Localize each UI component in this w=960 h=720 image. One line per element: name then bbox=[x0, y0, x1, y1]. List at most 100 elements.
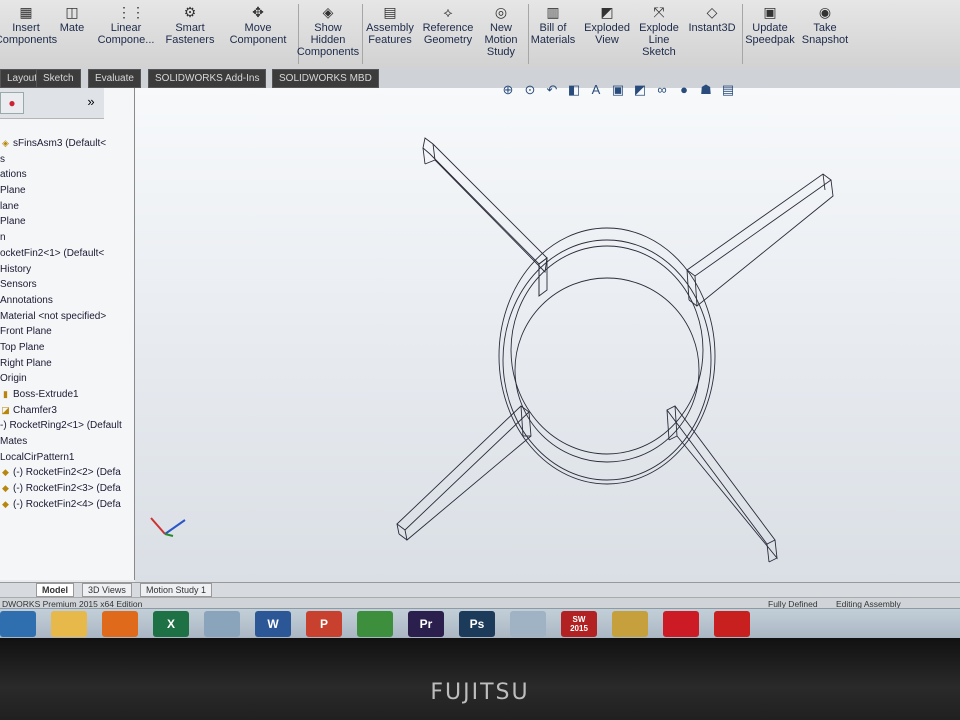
firefox-icon[interactable] bbox=[102, 611, 138, 637]
motion-study-tab[interactable]: Motion Study 1 bbox=[140, 583, 213, 597]
tree-item[interactable]: ◆ (-) RocketFin2<3> (Defa bbox=[0, 481, 134, 497]
solidworks-icon[interactable]: SW 2015 bbox=[561, 611, 597, 637]
tree-item[interactable]: ◆ (-) RocketFin2<4> (Defa bbox=[0, 497, 134, 513]
move-component-button[interactable]: ✥ Move Component bbox=[220, 0, 296, 68]
tree-item[interactable]: Sensors bbox=[0, 277, 134, 293]
tree-item[interactable]: n bbox=[0, 230, 134, 246]
tree-item[interactable]: Mates bbox=[0, 434, 134, 450]
linear-pattern-button[interactable]: ⋮⋮ Linear Compone... bbox=[92, 0, 160, 68]
previous-view-icon[interactable]: ↶ bbox=[544, 82, 560, 98]
bom-button[interactable]: ▥ Bill of Materials bbox=[526, 0, 580, 68]
tree-item[interactable]: Origin bbox=[0, 371, 134, 387]
explode-line-button[interactable]: ⤧ Explode Line Sketch bbox=[634, 0, 684, 68]
tree-item[interactable]: ◪ Chamfer3 bbox=[0, 403, 134, 419]
tree-item-label: ations bbox=[0, 169, 27, 181]
ribbon-button-label: Show Hidden Components bbox=[296, 22, 360, 58]
snapshot-button[interactable]: ◉ Take Snapshot bbox=[800, 0, 850, 68]
tree-item[interactable]: s bbox=[0, 152, 134, 168]
show-hidden-icon: ◈ bbox=[322, 4, 334, 20]
tree-item-label: Plane bbox=[0, 185, 26, 197]
speedpak-button[interactable]: ▣ Update Speedpak bbox=[740, 0, 800, 68]
chamfer-icon: ◪ bbox=[1, 404, 10, 415]
feature-manager-icon: ● bbox=[8, 96, 16, 110]
tab-solidworks-mbd[interactable]: SOLIDWORKS MBD bbox=[272, 69, 379, 88]
insert-components-button[interactable]: ▦ Insert Components bbox=[0, 0, 57, 68]
folder-icon[interactable] bbox=[51, 611, 87, 637]
model-tab[interactable]: Model bbox=[36, 583, 74, 597]
tree-item-label: (-) RocketFin2<4> (Defa bbox=[13, 498, 121, 510]
ribbon-button-label: Assembly Features bbox=[366, 22, 414, 46]
apply-scene-icon[interactable]: ☗ bbox=[698, 82, 714, 98]
display-style-icon[interactable]: ◩ bbox=[632, 82, 648, 98]
tree-item[interactable]: Front Plane bbox=[0, 324, 134, 340]
motion-study-button[interactable]: ◎ New Motion Study bbox=[476, 0, 526, 68]
opera-icon[interactable] bbox=[663, 611, 699, 637]
acrobat-icon[interactable] bbox=[714, 611, 750, 637]
taskbar-app-label: W bbox=[267, 616, 279, 631]
part-icon: ◆ bbox=[2, 498, 9, 509]
3d-views-tab[interactable]: 3D Views bbox=[82, 583, 132, 597]
chrome-icon[interactable] bbox=[357, 611, 393, 637]
tree-item[interactable]: ations bbox=[0, 167, 134, 183]
tree-item[interactable]: Top Plane bbox=[0, 340, 134, 356]
word-icon[interactable]: W bbox=[255, 611, 291, 637]
feature-manager-tab[interactable]: ● bbox=[0, 92, 24, 114]
mate-button[interactable]: ◫ Mate bbox=[52, 0, 92, 68]
speedpak-icon: ▣ bbox=[763, 4, 777, 20]
puzzle-icon[interactable] bbox=[612, 611, 648, 637]
tree-item-label: -) RocketRing2<1> (Default bbox=[0, 420, 122, 432]
tree-item[interactable]: Material <not specified> bbox=[0, 309, 134, 325]
tab-solidworks-add-ins[interactable]: SOLIDWORKS Add-Ins bbox=[148, 69, 267, 88]
windows-start-icon[interactable] bbox=[0, 611, 36, 637]
view-settings-icon[interactable]: ▤ bbox=[720, 82, 736, 98]
ring-inner-2 bbox=[514, 277, 700, 463]
smart-fasteners-icon: ⚙ bbox=[183, 4, 197, 20]
tree-item[interactable]: Annotations bbox=[0, 293, 134, 309]
ring-outer-2 bbox=[502, 239, 712, 481]
tree-item[interactable]: ▮ Boss-Extrude1 bbox=[0, 387, 134, 403]
section-view-icon[interactable]: ◧ bbox=[566, 82, 582, 98]
instant3d-button[interactable]: ◇ Instant3D bbox=[684, 0, 740, 68]
ribbon-button-label: Explode Line Sketch bbox=[639, 22, 679, 58]
feather-icon[interactable] bbox=[510, 611, 546, 637]
tab-sketch[interactable]: Sketch bbox=[36, 69, 81, 88]
expand-panel-chevron-icon[interactable]: » bbox=[80, 92, 102, 112]
panel-tab-bar: ● » bbox=[0, 88, 104, 119]
edit-appearance-icon[interactable]: ● bbox=[676, 82, 692, 98]
tree-item[interactable]: Right Plane bbox=[0, 356, 134, 372]
premiere-icon[interactable]: Pr bbox=[408, 611, 444, 637]
tree-item[interactable]: lane bbox=[0, 199, 134, 215]
zoom-to-area-icon[interactable]: ⊙ bbox=[522, 82, 538, 98]
tree-item[interactable]: History bbox=[0, 262, 134, 278]
tree-item[interactable]: ◈ sFinsAsm3 (Default< bbox=[0, 136, 134, 152]
tree-item-label: History bbox=[0, 263, 32, 275]
view-orientation-icon[interactable]: ▣ bbox=[610, 82, 626, 98]
tree-item[interactable]: Plane bbox=[0, 214, 134, 230]
document-icon[interactable] bbox=[204, 611, 240, 637]
tree-item[interactable]: Plane bbox=[0, 183, 134, 199]
zoom-to-fit-icon[interactable]: ⊕ bbox=[500, 82, 516, 98]
tree-item-label: Annotations bbox=[0, 294, 53, 306]
show-hidden-button[interactable]: ◈ Show Hidden Components bbox=[296, 0, 360, 68]
tree-item[interactable]: LocalCirPattern1 bbox=[0, 450, 134, 466]
tree-item[interactable]: -) RocketRing2<1> (Default bbox=[0, 418, 134, 434]
tab-evaluate[interactable]: Evaluate bbox=[88, 69, 141, 88]
powerpoint-icon[interactable]: P bbox=[306, 611, 342, 637]
assembly-features-button[interactable]: ▤ Assembly Features bbox=[360, 0, 420, 68]
fin-top-left bbox=[422, 137, 548, 297]
smart-fasteners-button[interactable]: ⚙ Smart Fasteners bbox=[160, 0, 220, 68]
dynamic-annotation-icon[interactable]: A bbox=[588, 82, 604, 98]
mate-icon: ◫ bbox=[65, 4, 79, 20]
excel-icon[interactable]: X bbox=[153, 611, 189, 637]
graphics-area[interactable] bbox=[135, 88, 960, 582]
exploded-view-button[interactable]: ◩ Exploded View bbox=[580, 0, 634, 68]
ring-inner bbox=[510, 245, 704, 455]
windows-taskbar: X W P Pr Ps SW 2015 bbox=[0, 608, 960, 639]
photoshop-icon[interactable]: Ps bbox=[459, 611, 495, 637]
reference-geometry-button[interactable]: ⟡ Reference Geometry bbox=[420, 0, 476, 68]
part-icon: ◆ bbox=[2, 467, 9, 478]
tree-item[interactable]: ocketFin2<1> (Default< bbox=[0, 246, 134, 262]
tree-item[interactable]: ◆ (-) RocketFin2<2> (Defa bbox=[0, 465, 134, 481]
hide-show-items-icon[interactable]: ∞ bbox=[654, 82, 670, 98]
insert-components-icon: ▦ bbox=[19, 4, 33, 20]
